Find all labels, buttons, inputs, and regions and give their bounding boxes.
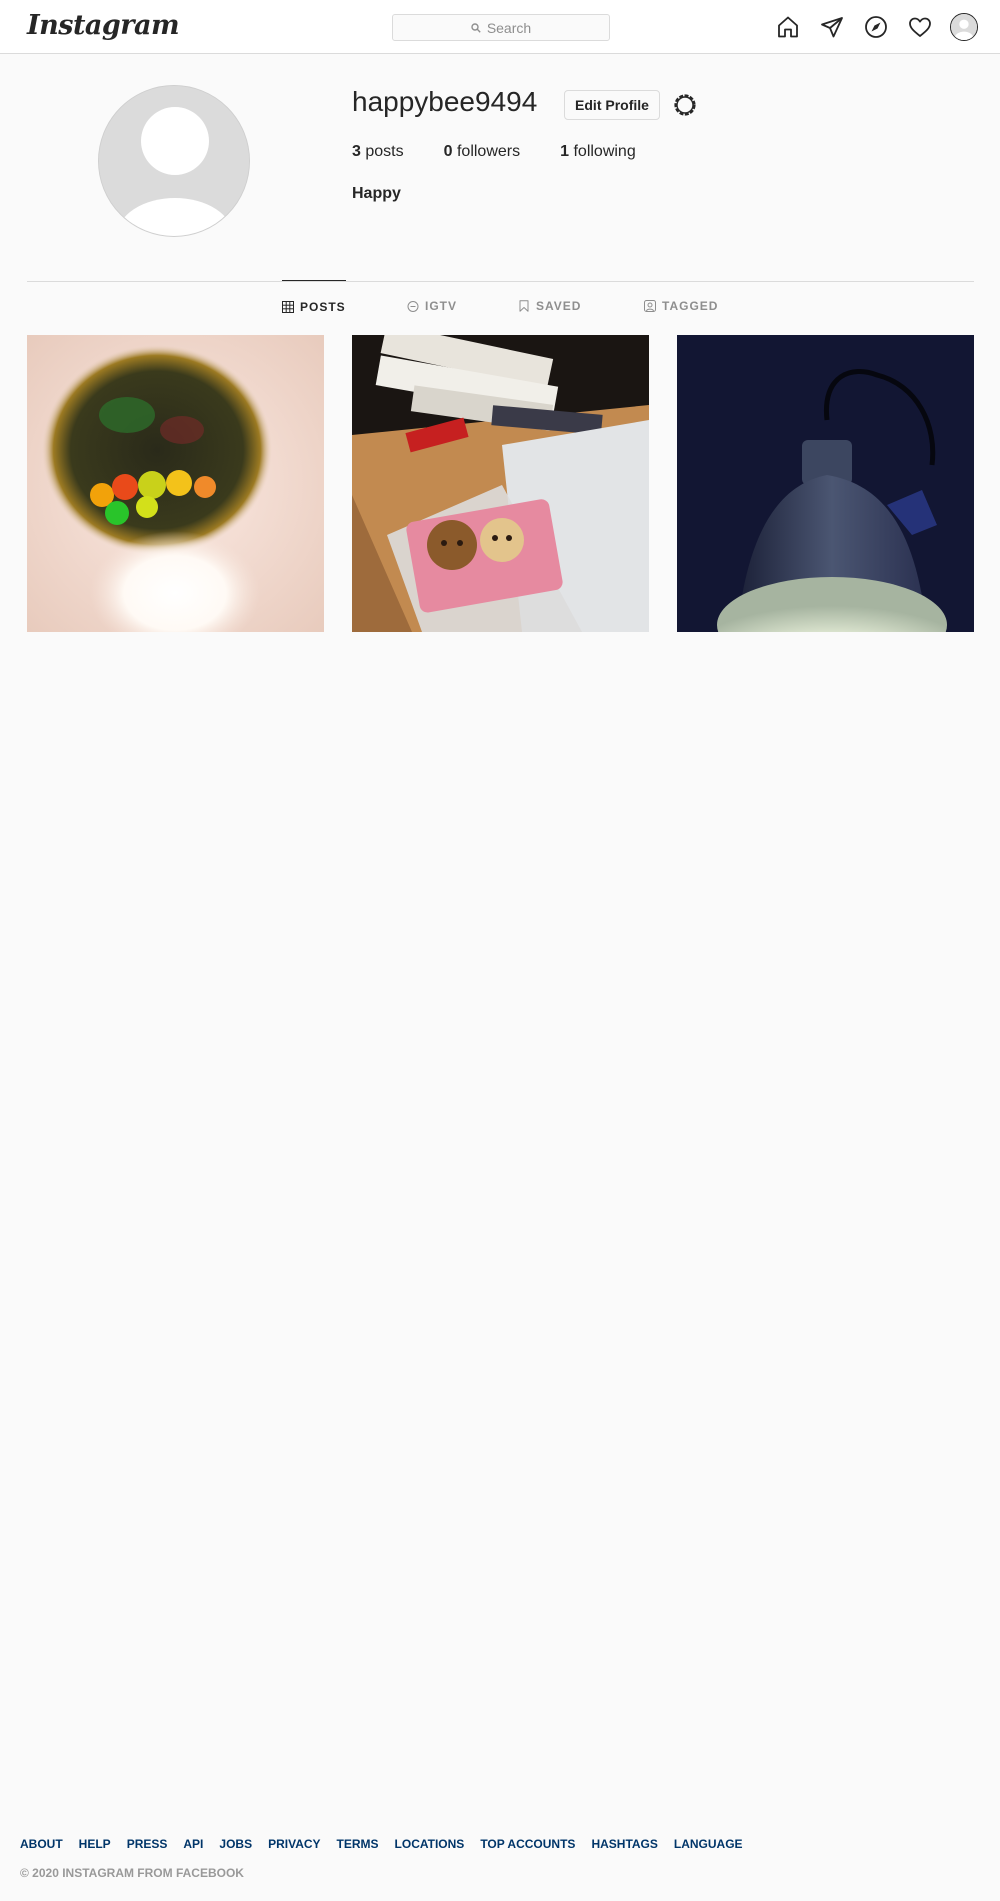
footer-link-api[interactable]: API [183, 1837, 203, 1851]
top-navigation-bar: Instagram Search [0, 0, 1000, 54]
settings-gear-icon[interactable] [672, 92, 698, 118]
post-thumbnail-3[interactable] [677, 335, 974, 632]
tab-tagged[interactable]: TAGGED [644, 280, 718, 332]
profile-picture[interactable] [98, 85, 250, 237]
footer-link-help[interactable]: HELP [79, 1837, 111, 1851]
activity-button[interactable] [906, 13, 934, 41]
following-count[interactable]: 1 following [560, 143, 636, 161]
footer-copyright: © 2020 INSTAGRAM FROM FACEBOOK [20, 1866, 244, 1880]
search-input[interactable]: Search [392, 14, 610, 41]
footer-link-about[interactable]: ABOUT [20, 1837, 63, 1851]
footer-link-press[interactable]: PRESS [127, 1837, 168, 1851]
posts-count: 3 posts [352, 143, 404, 161]
bookmark-icon [519, 300, 529, 312]
tab-saved[interactable]: SAVED [518, 280, 581, 332]
post-image-bokeh-light [27, 335, 324, 632]
tab-saved-label: SAVED [536, 299, 582, 313]
footer-links: ABOUT HELP PRESS API JOBS PRIVACY TERMS … [20, 1837, 743, 1851]
footer-link-privacy[interactable]: PRIVACY [268, 1837, 320, 1851]
heart-icon [909, 17, 931, 37]
profile-username: happybee9494 [352, 86, 538, 117]
tabs-divider [27, 281, 974, 282]
followers-count-value: 0 [443, 143, 453, 160]
post-image-desk-card [352, 335, 649, 632]
profile-button[interactable] [950, 13, 978, 41]
following-count-value: 1 [560, 143, 570, 160]
explore-icon [865, 16, 887, 38]
followers-count[interactable]: 0 followers [444, 143, 521, 161]
grid-icon [282, 300, 294, 313]
tab-posts-label: POSTS [300, 299, 346, 314]
avatar-placeholder-icon [99, 86, 249, 236]
footer-link-top-accounts[interactable]: TOP ACCOUNTS [480, 1837, 575, 1851]
tagged-icon [644, 300, 656, 312]
home-icon [778, 16, 798, 38]
search-icon [471, 22, 481, 33]
direct-icon [821, 17, 843, 38]
edit-profile-button[interactable]: Edit Profile [564, 90, 660, 120]
profile-bio: Happy [352, 185, 401, 202]
tab-tagged-label: TAGGED [662, 299, 719, 313]
explore-button[interactable] [862, 13, 890, 41]
profile-avatar [950, 13, 978, 41]
posts-count-value: 3 [352, 143, 361, 160]
posts-count-label: posts [365, 143, 404, 160]
direct-messages-button[interactable] [818, 13, 846, 41]
following-count-label: following [573, 143, 636, 160]
footer-link-language[interactable]: LANGUAGE [674, 1837, 743, 1851]
post-image-lamp [677, 335, 974, 632]
followers-count-label: followers [456, 143, 521, 160]
post-thumbnail-2[interactable] [352, 335, 649, 632]
post-thumbnail-1[interactable] [27, 335, 324, 632]
footer-link-terms[interactable]: TERMS [337, 1837, 379, 1851]
profile-stats: 3 posts 0 followers 1 following [352, 143, 676, 161]
tab-igtv-label: IGTV [425, 299, 458, 313]
tab-igtv[interactable]: IGTV [407, 280, 457, 332]
footer-link-jobs[interactable]: JOBS [219, 1837, 252, 1851]
avatar-placeholder-icon [951, 14, 977, 40]
footer-link-hashtags[interactable]: HASHTAGS [591, 1837, 657, 1851]
home-button[interactable] [774, 13, 802, 41]
tab-posts[interactable]: POSTS [282, 280, 346, 332]
nav-icons [774, 13, 978, 41]
search-placeholder: Search [486, 19, 532, 36]
instagram-logo[interactable]: Instagram [27, 10, 180, 41]
igtv-icon [407, 301, 419, 312]
footer-link-locations[interactable]: LOCATIONS [395, 1837, 465, 1851]
